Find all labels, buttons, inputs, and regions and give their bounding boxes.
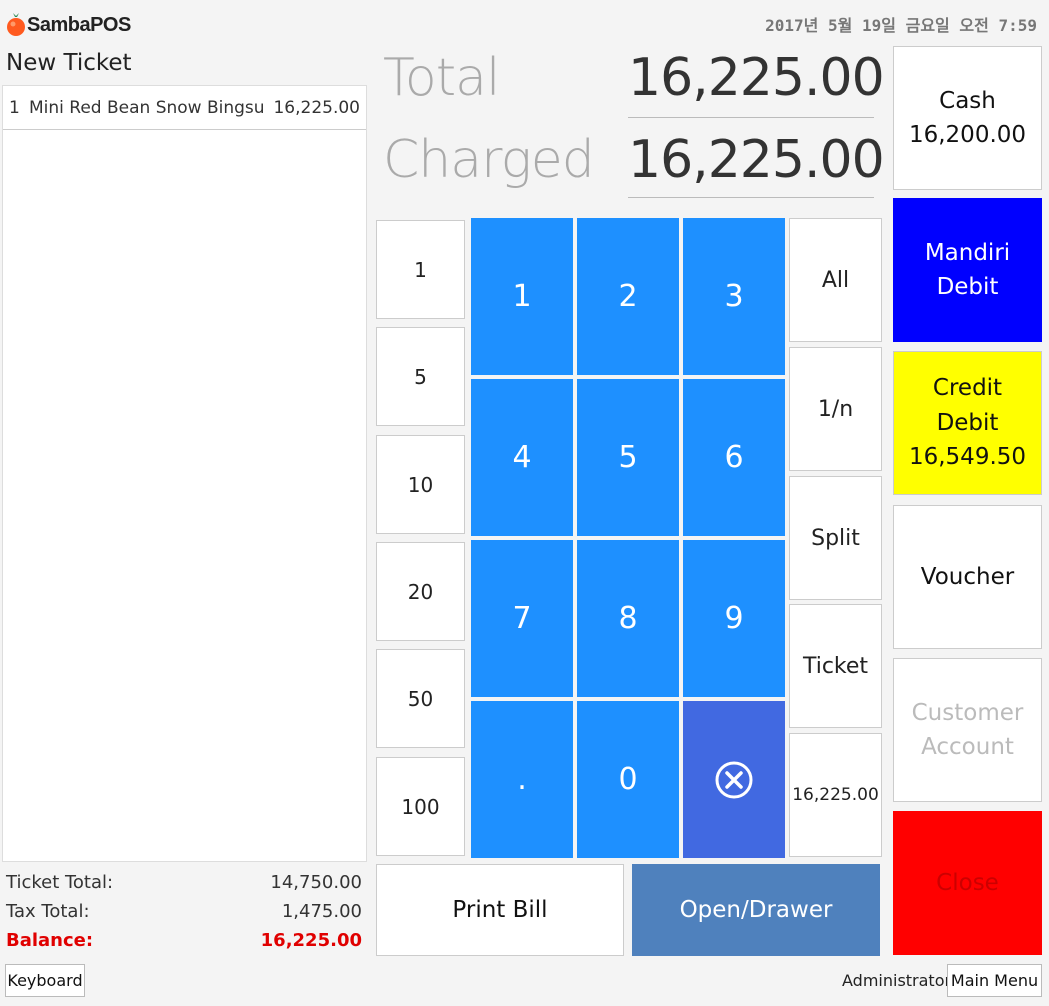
quick-tender-5[interactable]: 5 (376, 327, 465, 426)
numpad-decimal[interactable]: . (471, 701, 573, 858)
cash-label: Cash (939, 87, 996, 114)
credit-label-line2: Debit (936, 409, 999, 436)
cash-amount: 16,200.00 (908, 122, 1027, 148)
total-label: Total (383, 48, 500, 108)
quick-tender-1[interactable]: 1 (376, 220, 465, 319)
logo-text: SambaPOS (27, 13, 131, 36)
charged-label: Charged (383, 130, 595, 190)
numpad-6[interactable]: 6 (683, 379, 785, 536)
numpad-9[interactable]: 9 (683, 540, 785, 697)
print-bill-button[interactable]: Print Bill (376, 864, 624, 956)
split-per-person-button[interactable]: 1/n (789, 347, 882, 471)
balance-value: 16,225.00 (260, 930, 362, 951)
mandiri-label-line1: Mandiri (924, 239, 1011, 266)
numpad-4[interactable]: 4 (471, 379, 573, 536)
numpad-8[interactable]: 8 (577, 540, 679, 697)
ticket-total-line: Ticket Total: 14,750.00 (6, 872, 362, 893)
numpad-1[interactable]: 1 (471, 218, 573, 375)
order-row[interactable]: 1 Mini Red Bean Snow Bingsu 16,225.00 (3, 86, 366, 130)
balance-label: Balance: (6, 930, 94, 951)
quick-tender-100[interactable]: 100 (376, 757, 465, 856)
split-all-button[interactable]: All (789, 218, 882, 342)
close-label: Close (936, 869, 999, 896)
voucher-label: Voucher (920, 563, 1015, 590)
numpad-3[interactable]: 3 (683, 218, 785, 375)
split-button[interactable]: Split (789, 476, 882, 600)
customer-label-line2: Account (921, 734, 1014, 760)
numpad-2[interactable]: 2 (577, 218, 679, 375)
mandiri-label-line2: Debit (936, 274, 999, 300)
order-name: Mini Red Bean Snow Bingsu (29, 97, 265, 118)
ticket-total-value: 14,750.00 (270, 872, 362, 893)
clear-circle-x-icon (715, 761, 753, 798)
order-quantity: 1 (9, 97, 20, 118)
sambapos-logo: SambaPOS (6, 10, 131, 40)
customer-label-line1: Customer (911, 699, 1024, 726)
numpad-clear-button[interactable] (683, 701, 785, 858)
numpad-0[interactable]: 0 (577, 701, 679, 858)
datetime-display: 2017년 5월 19일 금요일 오전 7:59 (765, 16, 1037, 35)
current-user-label: Administrator (842, 971, 952, 990)
order-price: 16,225.00 (273, 97, 360, 118)
ticket-title: New Ticket (6, 50, 132, 76)
customer-account-payment-button[interactable]: Customer Account (893, 658, 1042, 802)
ticket-order-list: 1 Mini Red Bean Snow Bingsu 16,225.00 (2, 85, 367, 862)
credit-amount: 16,549.50 (908, 444, 1027, 471)
quick-tender-10[interactable]: 10 (376, 435, 465, 534)
keyboard-button[interactable]: Keyboard (5, 964, 85, 997)
balance-line: Balance: 16,225.00 (6, 930, 362, 951)
open-drawer-button[interactable]: Open/Drawer (632, 864, 880, 956)
total-value: 16,225.00 (628, 48, 885, 118)
cash-payment-button[interactable]: Cash 16,200.00 (893, 46, 1042, 190)
numpad-7[interactable]: 7 (471, 540, 573, 697)
tomato-logo-icon (7, 13, 25, 36)
quick-tender-20[interactable]: 20 (376, 542, 465, 641)
credit-debit-payment-button[interactable]: Credit Debit 16,549.50 (893, 351, 1042, 495)
credit-label-line1: Credit (932, 375, 1003, 402)
main-menu-button[interactable]: Main Menu (947, 964, 1042, 997)
mandiri-debit-payment-button[interactable]: Mandiri Debit (893, 198, 1042, 342)
charged-value[interactable]: 16,225.00 (628, 130, 885, 198)
remaining-amount-button[interactable]: 16,225.00 (789, 733, 882, 857)
tax-total-line: Tax Total: 1,475.00 (6, 901, 362, 922)
tax-total-label: Tax Total: (6, 901, 90, 922)
numpad-5[interactable]: 5 (577, 379, 679, 536)
ticket-button[interactable]: Ticket (789, 604, 882, 728)
ticket-total-label: Ticket Total: (6, 872, 114, 893)
quick-tender-50[interactable]: 50 (376, 649, 465, 748)
tax-total-value: 1,475.00 (281, 901, 362, 922)
close-button[interactable]: Close (893, 811, 1042, 955)
voucher-payment-button[interactable]: Voucher (893, 505, 1042, 649)
